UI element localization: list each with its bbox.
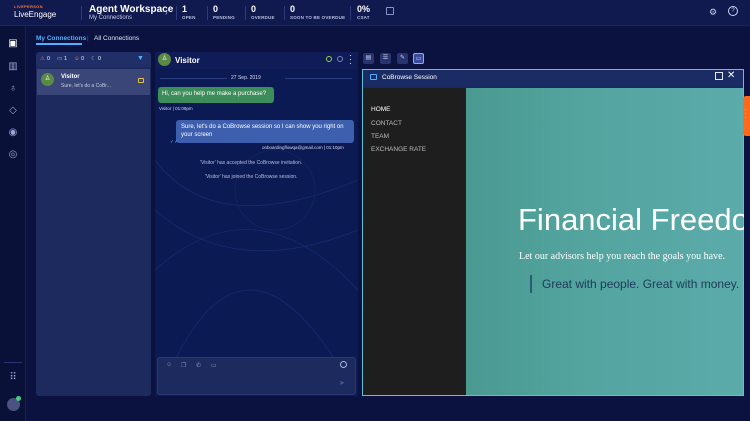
site-nav-home[interactable]: HOME xyxy=(371,106,391,113)
close-icon[interactable]: ✕ xyxy=(727,70,735,81)
quote-bar xyxy=(530,275,532,293)
alert-icon[interactable]: ⚠ xyxy=(40,56,45,62)
message-icon xyxy=(138,78,144,83)
chat-title: Visitor xyxy=(175,56,200,65)
stat-open-label: OPEN xyxy=(182,15,196,20)
divider xyxy=(285,78,352,79)
external-link-icon[interactable] xyxy=(386,7,394,15)
moon-icon[interactable]: ☾ xyxy=(91,56,96,62)
analytics-icon[interactable]: ▥ xyxy=(7,61,19,73)
stat-soon-overdue-value[interactable]: 0 xyxy=(290,4,295,14)
divider xyxy=(284,6,285,20)
copy-icon[interactable]: ❐ xyxy=(181,362,186,369)
more-menu-icon[interactable]: · · · xyxy=(349,51,352,68)
ribbon-icon[interactable]: ♁ xyxy=(7,83,19,95)
clock-icon[interactable] xyxy=(340,361,347,368)
team-icon[interactable]: ◎ xyxy=(7,149,19,161)
brand-small-label: LIVEPERSON xyxy=(14,4,43,9)
site-nav-team[interactable]: TEAM xyxy=(371,133,389,140)
user-icon[interactable]: ◉ xyxy=(7,127,19,139)
agent-message-meta: onboardingflowqa@gmail.com | 01:10pm xyxy=(262,145,344,150)
stat-soon-overdue-label: SOON TO BE OVERDUE xyxy=(290,15,346,20)
divider xyxy=(176,6,177,20)
online-status-dot xyxy=(16,396,21,401)
help-icon[interactable]: ? xyxy=(728,6,738,16)
tag-icon[interactable]: ◇ xyxy=(7,105,19,117)
stat-overdue-label: OVERDUE xyxy=(251,15,275,20)
conversation-list-panel xyxy=(36,52,151,396)
active-tab-underline xyxy=(36,43,82,45)
divider xyxy=(245,6,246,20)
stat-open-value[interactable]: 1 xyxy=(182,4,187,14)
gear-icon[interactable]: ⚙ xyxy=(709,7,717,18)
workspace-title[interactable]: Agent Workspace xyxy=(89,4,173,15)
visitor-message-meta: Visitor | 01:09pm xyxy=(159,106,193,111)
counter-chat: 1 xyxy=(64,56,68,62)
conversation-snippet: Sure, let's do a CoBr... xyxy=(61,83,111,89)
send-icon[interactable]: ➤ xyxy=(339,379,345,387)
emoji-icon[interactable]: ☺ xyxy=(166,362,172,368)
background-pattern xyxy=(155,149,358,360)
site-nav-exchange-rate[interactable]: EXCHANGE RATE xyxy=(371,146,426,153)
system-message: 'Visitor' has joined the CoBrowse sessio… xyxy=(205,174,298,180)
chat-date: 27 Sep. 2019 xyxy=(231,75,261,81)
hero-title: Financial Freedo xyxy=(518,202,744,237)
status-icon[interactable] xyxy=(326,56,332,62)
divider xyxy=(4,362,22,363)
agent-icon[interactable]: ☺ xyxy=(74,56,80,62)
conversations-icon[interactable]: ▣ xyxy=(7,38,19,50)
visitor-avatar-icon: ♙ xyxy=(158,53,171,66)
divider xyxy=(160,78,227,79)
agent-message: Sure, let's do a CoBrowse session so I c… xyxy=(176,120,354,143)
apps-grid-icon[interactable]: ⠿ xyxy=(7,372,19,384)
tab-separator: | xyxy=(87,35,89,42)
list-item[interactable] xyxy=(37,69,150,95)
filter-icon[interactable]: ▼ xyxy=(137,55,144,62)
toolbar-list-icon[interactable]: ☰ xyxy=(380,53,391,64)
cobrowse-title: CoBrowse Session xyxy=(382,74,437,81)
site-nav-contact[interactable]: CONTACT xyxy=(371,120,402,127)
hero-quote: Great with people. Great with money. xyxy=(542,277,740,291)
chat-icon[interactable]: ▭ xyxy=(57,56,62,62)
counter-moon: 0 xyxy=(98,56,102,62)
stat-overdue-value[interactable]: 0 xyxy=(251,4,256,14)
stat-pending-label: PENDING xyxy=(213,15,235,20)
timer-icon[interactable] xyxy=(337,56,343,62)
expand-icon[interactable] xyxy=(715,72,723,80)
stat-csat-label: CSAT xyxy=(357,15,370,20)
system-message: 'Visitor' has accepted the CoBrowse invi… xyxy=(200,160,303,166)
message-composer[interactable] xyxy=(157,357,356,395)
hero-subtitle: Let our advisors help you reach the goal… xyxy=(519,251,726,262)
divider xyxy=(81,6,82,20)
conversation-name: Visitor xyxy=(61,74,80,80)
tab-my-connections[interactable]: My Connections xyxy=(36,35,86,42)
workspace-subtitle[interactable]: My Connections xyxy=(89,15,132,21)
toolbar-profile-icon[interactable]: ▤ xyxy=(363,53,374,64)
visitor-avatar-icon: ♙ xyxy=(41,73,54,86)
counter-alert: 0 xyxy=(47,56,51,62)
divider xyxy=(207,6,208,20)
phone-icon[interactable]: ✆ xyxy=(196,362,201,369)
stat-csat-value[interactable]: 0% xyxy=(357,4,370,14)
toolbar-cobrowse-icon[interactable]: ▭ xyxy=(413,53,424,64)
read-check-icon: ✓✓ xyxy=(170,139,179,145)
toolbar-edit-icon[interactable]: ✎ xyxy=(397,53,408,64)
visitor-message: Hi, can you help me make a purchase? xyxy=(158,87,274,103)
brand-logo: LiveEngage xyxy=(14,10,57,19)
site-hero xyxy=(466,88,743,395)
counter-agent: 0 xyxy=(81,56,85,62)
divider xyxy=(350,6,351,20)
chevron-right-icon[interactable]: › xyxy=(165,8,168,17)
tab-all-connections[interactable]: All Connections xyxy=(94,35,139,42)
video-icon[interactable]: ▭ xyxy=(211,362,217,369)
stat-pending-value[interactable]: 0 xyxy=(213,4,218,14)
screen-icon xyxy=(370,74,377,80)
drag-handle-icon[interactable]: · · · xyxy=(745,108,747,121)
